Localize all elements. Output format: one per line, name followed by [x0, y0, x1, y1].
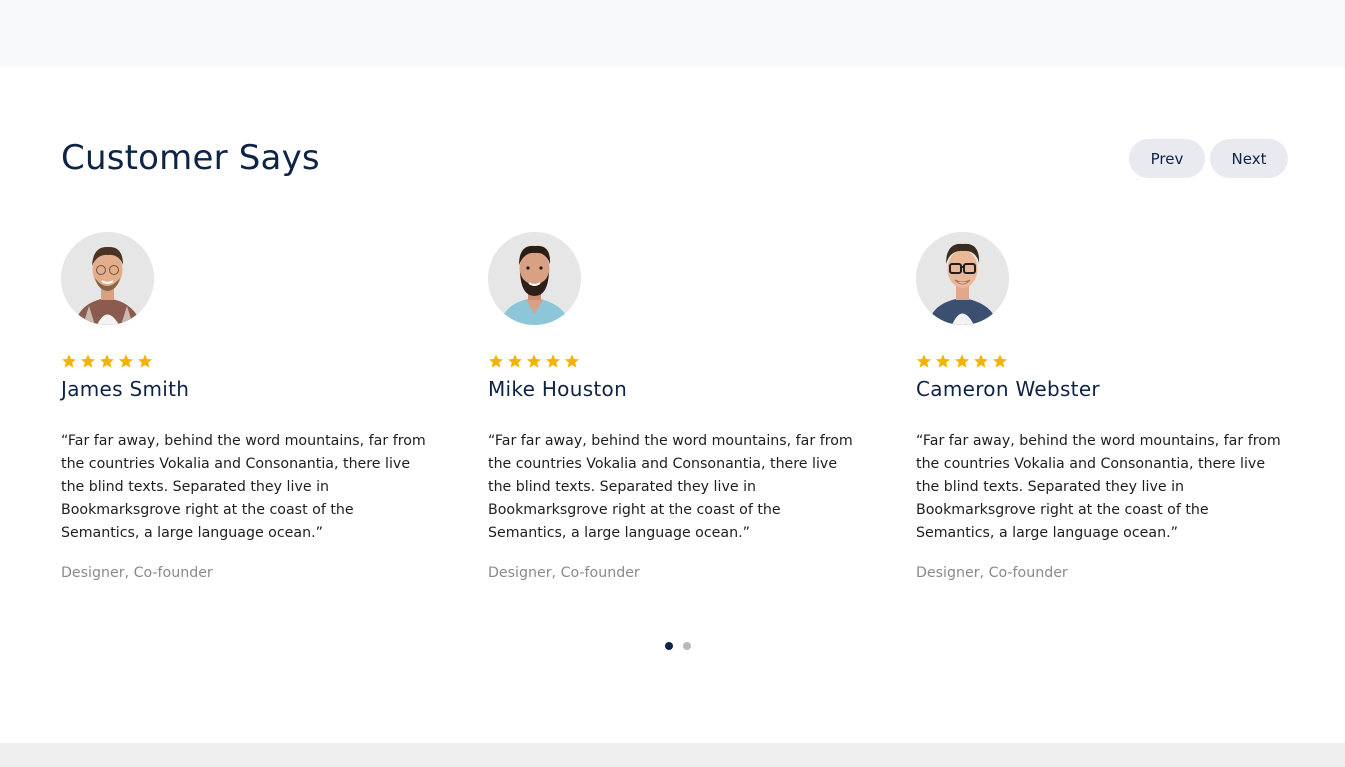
testimonial-quote: “Far far away, behind the word mountains… [916, 433, 1281, 541]
star-icon [119, 354, 133, 368]
avatar [61, 232, 154, 325]
customer-role: Designer, Co-founder [61, 565, 213, 581]
carousel-dot-1[interactable] [665, 642, 673, 650]
avatar [916, 232, 1009, 325]
star-icon [81, 354, 95, 368]
customer-name: Cameron Webster [916, 377, 1100, 401]
star-icon [917, 354, 931, 368]
star-icon [936, 354, 950, 368]
avatar [488, 232, 581, 325]
testimonial-quote: “Far far away, behind the word mountains… [488, 433, 853, 541]
testimonial-card: Mike Houston “Far far away, behind the w… [488, 232, 868, 583]
star-icon [100, 354, 114, 368]
rating-stars [916, 353, 1296, 371]
star-icon [138, 354, 152, 368]
star-icon [993, 354, 1007, 368]
carousel-dot-2[interactable] [683, 642, 691, 650]
rating-stars [61, 353, 441, 371]
next-button[interactable]: Next [1210, 139, 1288, 178]
star-icon [508, 354, 522, 368]
star-icon [974, 354, 988, 368]
top-band [0, 0, 1345, 67]
section-title: Customer Says [61, 138, 320, 178]
testimonial-card: Cameron Webster “Far far away, behind th… [916, 232, 1296, 583]
rating-stars [488, 353, 868, 371]
testimonial-quote: “Far far away, behind the word mountains… [61, 433, 426, 541]
star-icon [565, 354, 579, 368]
star-icon [527, 354, 541, 368]
testimonial-card: James Smith “Far far away, behind the wo… [61, 232, 441, 583]
customer-role: Designer, Co-founder [916, 565, 1068, 581]
bottom-band [0, 743, 1345, 767]
star-icon [955, 354, 969, 368]
star-icon [62, 354, 76, 368]
carousel-pagination [665, 642, 691, 650]
prev-button[interactable]: Prev [1129, 139, 1205, 178]
customer-name: Mike Houston [488, 377, 628, 401]
star-icon [489, 354, 503, 368]
customer-role: Designer, Co-founder [488, 565, 640, 581]
star-icon [546, 354, 560, 368]
customer-name: James Smith [61, 377, 190, 401]
